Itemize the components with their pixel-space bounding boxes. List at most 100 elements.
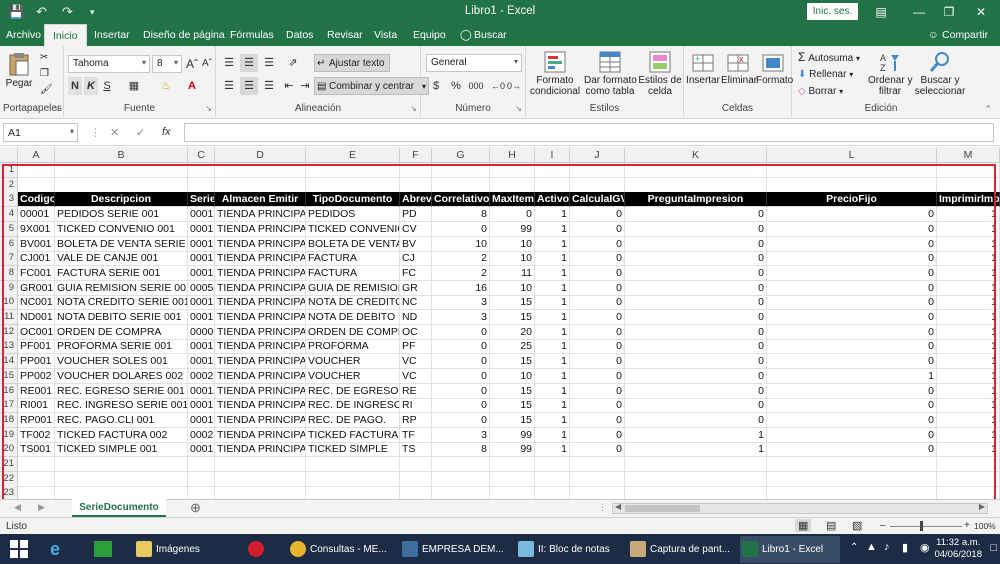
number-format-combo[interactable]: General ▾	[426, 54, 522, 72]
increase-font-icon[interactable]: Aˆ	[185, 55, 199, 73]
table-cell[interactable]: RI	[400, 398, 432, 414]
table-cell[interactable]: PEDIDOS SERIE 001	[55, 207, 188, 223]
row-header[interactable]: 13	[0, 339, 18, 355]
table-cell[interactable]: 0	[767, 412, 937, 428]
table-cell[interactable]: NOTA DE CREDITO	[306, 295, 400, 311]
table-cell[interactable]: 0001	[188, 265, 215, 281]
bold-button[interactable]: N	[68, 77, 82, 95]
header-cell[interactable]: Abrev	[400, 192, 432, 208]
table-cell[interactable]: 1	[535, 310, 570, 325]
table-cell[interactable]: REC. PAGO.CLI 001	[55, 412, 188, 428]
table-cell[interactable]: 1	[937, 412, 1000, 428]
table-cell[interactable]: 0001	[188, 221, 215, 237]
table-cell[interactable]: CJ001	[18, 251, 55, 267]
table-cell[interactable]: BV	[400, 236, 432, 252]
zoom-in-icon[interactable]: +	[964, 520, 970, 531]
table-cell[interactable]: 15	[490, 398, 535, 414]
table-cell[interactable]: 15	[490, 354, 535, 370]
currency-button[interactable]: $	[429, 77, 443, 95]
table-cell[interactable]: 0	[767, 324, 937, 340]
table-cell[interactable]: PP002	[18, 368, 55, 384]
dialog-launcher-icon[interactable]: ↘	[53, 104, 60, 113]
table-cell[interactable]: 0	[767, 236, 937, 252]
table-cell[interactable]	[625, 471, 767, 487]
table-cell[interactable]	[400, 457, 432, 472]
table-cell[interactable]	[535, 486, 570, 499]
table-cell[interactable]: 15	[490, 295, 535, 311]
table-cell[interactable]: BOLETA DE VENTA	[306, 236, 400, 252]
row-header[interactable]: 8	[0, 265, 18, 281]
column-header[interactable]: K	[625, 147, 767, 163]
row-header[interactable]: 12	[0, 324, 18, 340]
header-cell[interactable]: Activo	[535, 192, 570, 208]
copy-icon[interactable]: ❐	[40, 68, 49, 79]
battery-icon[interactable]: ▮	[902, 541, 908, 554]
zoom-level[interactable]: 100%	[974, 521, 996, 531]
column-header[interactable]: H	[490, 147, 535, 163]
table-cell[interactable]: 0001	[188, 354, 215, 370]
table-cell[interactable]: 1	[535, 207, 570, 223]
table-cell[interactable]	[937, 457, 1000, 472]
enter-icon[interactable]: ✓	[136, 126, 145, 139]
table-cell[interactable]: 0	[767, 427, 937, 443]
table-cell[interactable]: 0	[625, 354, 767, 370]
table-cell[interactable]: TIENDA PRINCIPAL	[215, 354, 306, 370]
table-cell[interactable]: 1	[535, 412, 570, 428]
table-cell[interactable]: 1	[937, 265, 1000, 281]
zoom-out-icon[interactable]: –	[880, 520, 886, 531]
table-cell[interactable]: 0	[767, 354, 937, 370]
table-cell[interactable]: FACTURA	[306, 251, 400, 267]
format-table-button[interactable]: Dar formato como tabla	[584, 51, 637, 97]
table-cell[interactable]	[490, 163, 535, 178]
table-cell[interactable]	[55, 486, 188, 499]
table-cell[interactable]: TICKED SIMPLE	[306, 442, 400, 458]
column-header[interactable]: I	[535, 147, 570, 163]
increase-decimal-icon[interactable]: ←0	[491, 77, 505, 95]
insert-cells-button[interactable]: + Insertar	[686, 51, 720, 86]
table-cell[interactable]: 0005	[188, 280, 215, 296]
formula-input[interactable]	[184, 123, 994, 142]
table-cell[interactable]	[767, 177, 937, 193]
table-cell[interactable]: 15	[490, 412, 535, 428]
table-cell[interactable]: 0002	[188, 368, 215, 384]
row-header[interactable]: 3	[0, 192, 18, 208]
header-cell[interactable]: Correlativo	[432, 192, 490, 208]
table-cell[interactable]	[625, 163, 767, 178]
table-cell[interactable]: 0	[767, 251, 937, 267]
table-cell[interactable]: 1	[535, 280, 570, 296]
table-cell[interactable]	[570, 457, 625, 472]
table-cell[interactable]: VOUCHER DOLARES 002	[55, 368, 188, 384]
table-cell[interactable]	[570, 486, 625, 499]
insert-function-button[interactable]: fx	[162, 126, 171, 138]
table-cell[interactable]: TIENDA PRINCIPAL	[215, 280, 306, 296]
decrease-indent-icon[interactable]: ⇤	[282, 77, 296, 95]
header-cell[interactable]: Almacen Emitir	[215, 192, 306, 208]
row-header[interactable]: 7	[0, 251, 18, 267]
table-cell[interactable]: TIENDA PRINCIPAL	[215, 412, 306, 428]
table-cell[interactable]	[625, 177, 767, 193]
column-header[interactable]: E	[306, 147, 400, 163]
table-cell[interactable]: TIENDA PRINCIPAL	[215, 310, 306, 325]
table-cell[interactable]: 10	[490, 368, 535, 384]
cell-styles-button[interactable]: Estilos de celda	[638, 51, 682, 97]
sheet-tab-seriedocumento[interactable]: SerieDocumento	[72, 499, 166, 517]
table-cell[interactable]: 0	[570, 280, 625, 296]
table-cell[interactable]: 0001	[188, 442, 215, 458]
align-bottom-icon[interactable]: ☰	[260, 54, 278, 72]
table-cell[interactable]: TIENDA PRINCIPAL	[215, 442, 306, 458]
table-cell[interactable]: 1	[937, 398, 1000, 414]
share-button[interactable]: Compartir	[942, 29, 988, 41]
column-header[interactable]: F	[400, 147, 432, 163]
table-cell[interactable]: 0	[432, 354, 490, 370]
table-cell[interactable]	[490, 177, 535, 193]
table-cell[interactable]: 3	[432, 310, 490, 325]
table-cell[interactable]: 1	[535, 324, 570, 340]
table-cell[interactable]: RI001	[18, 398, 55, 414]
dialog-launcher-icon[interactable]: ↘	[205, 104, 212, 113]
sign-in-button[interactable]: Inic. ses.	[807, 3, 858, 20]
table-cell[interactable]: TIENDA PRINCIPAL	[215, 295, 306, 311]
table-cell[interactable]	[400, 471, 432, 487]
table-cell[interactable]: TIENDA PRINCIPAL	[215, 251, 306, 267]
table-cell[interactable]: TIENDA PRINCIPAL	[215, 265, 306, 281]
tab-archivo[interactable]: Archivo	[6, 29, 41, 41]
